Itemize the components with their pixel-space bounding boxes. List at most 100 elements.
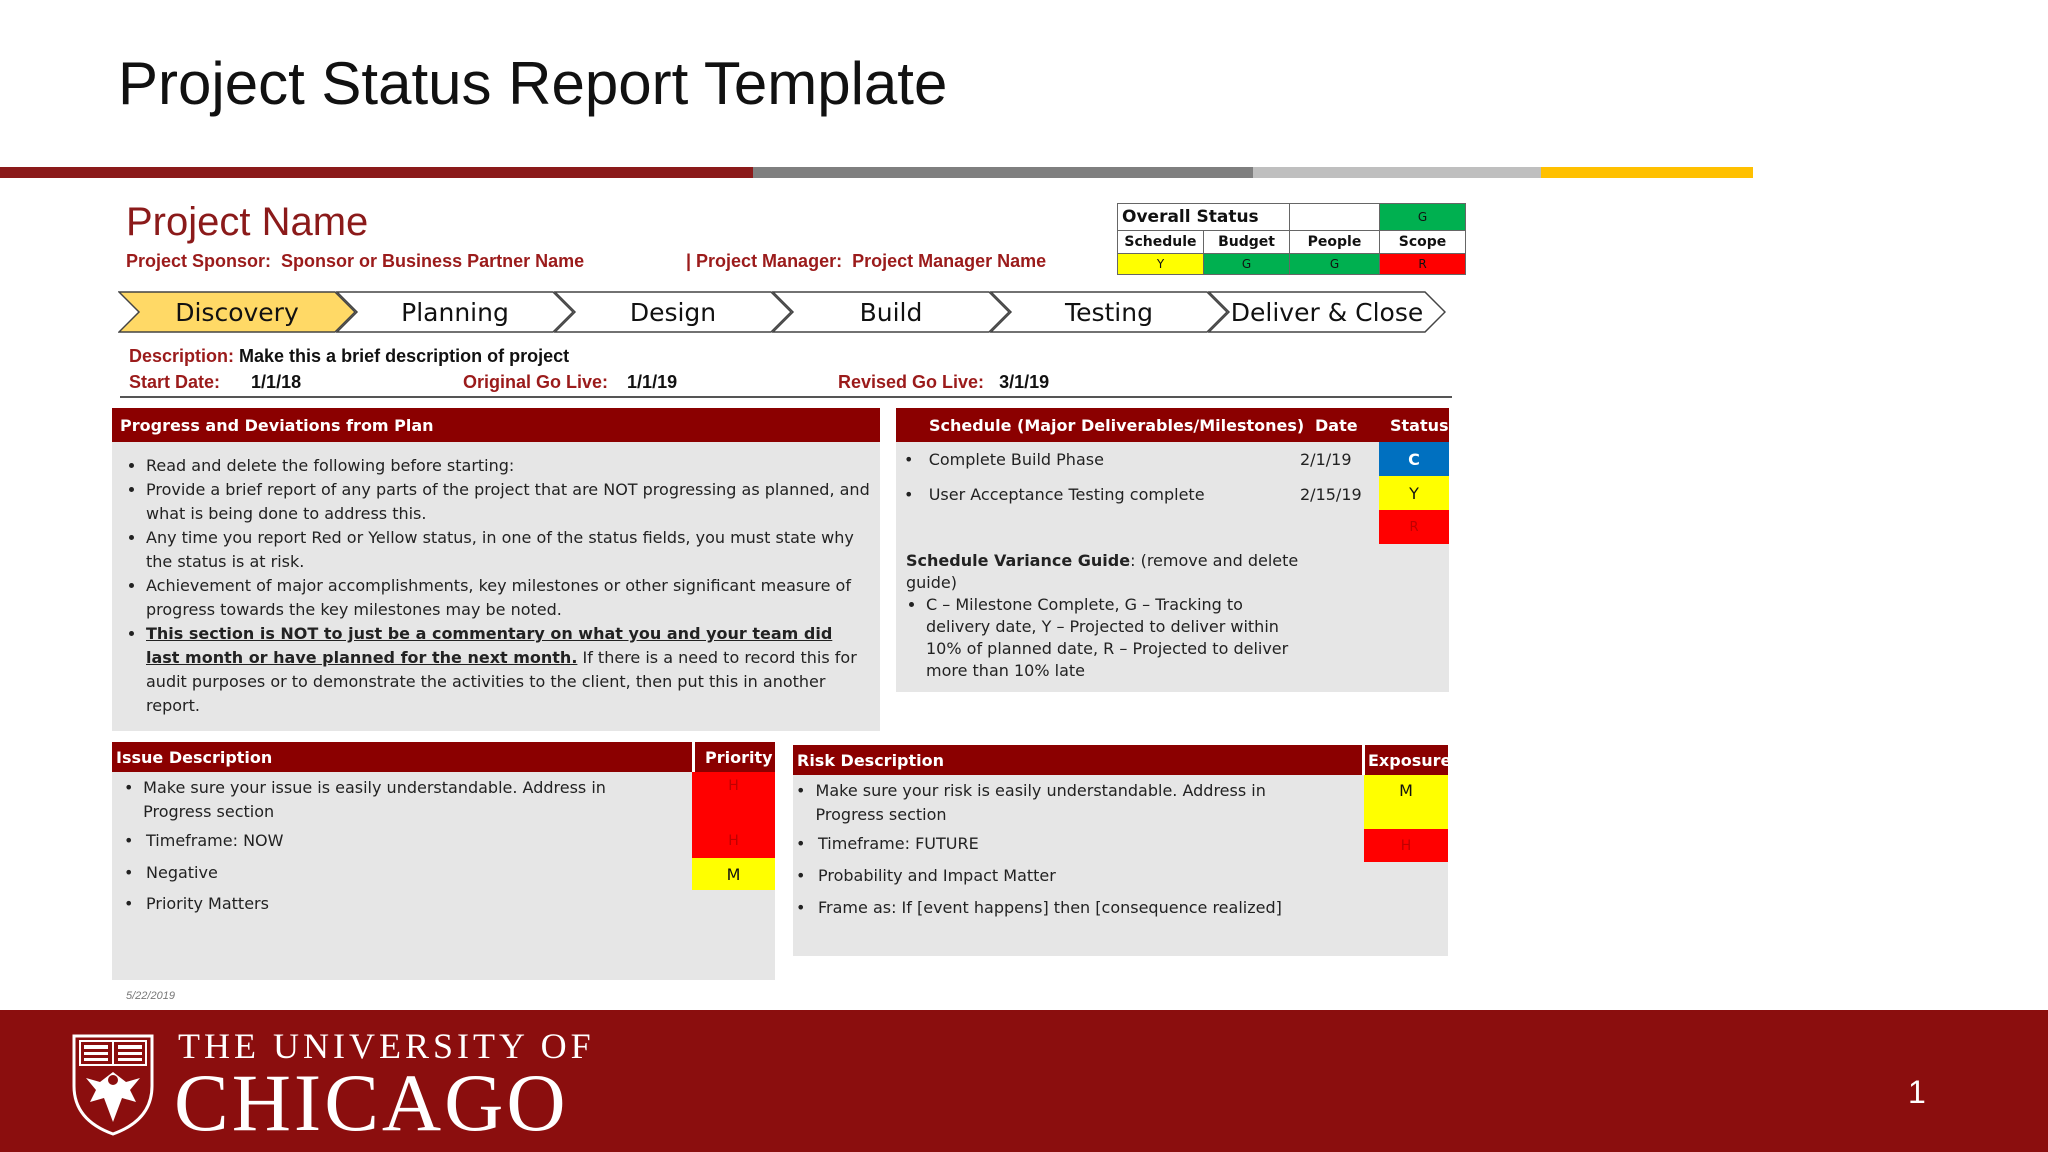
decorative-bar-maroon bbox=[0, 167, 753, 178]
status-label-scope: Scope bbox=[1379, 230, 1466, 254]
schedule-panel: Schedule (Major Deliverables/Milestones)… bbox=[896, 408, 1449, 692]
project-manager: | Project Manager: Project Manager Name bbox=[686, 251, 1046, 272]
risk-exposure-cell: H bbox=[1364, 829, 1448, 862]
schedule-status-cell: R bbox=[1379, 510, 1449, 544]
risk-text: Frame as: If [event happens] then [conse… bbox=[818, 898, 1282, 917]
overall-status-title: Overall Status bbox=[1117, 203, 1290, 231]
description-line: Description: Make this a brief descripti… bbox=[129, 346, 569, 367]
phase-chevron-design: Design bbox=[554, 291, 792, 333]
progress-bullets: Read and delete the following before sta… bbox=[112, 442, 880, 718]
progress-bullet: Provide a brief report of any parts of t… bbox=[146, 478, 870, 526]
divider-rule bbox=[120, 396, 1452, 398]
original-go-live: Original Go Live: 1/1/19 bbox=[463, 372, 677, 393]
phase-label: Testing bbox=[1065, 297, 1153, 327]
schedule-item: • User Acceptance Testing complete bbox=[904, 485, 1205, 504]
overall-status-table: Overall Status G Schedule Budget People … bbox=[1117, 203, 1466, 275]
revised-go-live-label: Revised Go Live: bbox=[838, 372, 985, 392]
manager-label: | Project Manager: bbox=[686, 251, 843, 271]
schedule-status-header: Status bbox=[1390, 415, 1449, 435]
decorative-bar-gold bbox=[1541, 167, 1753, 178]
risk-item: • Timeframe: FUTURE bbox=[796, 832, 979, 856]
risk-exposure-cell: M bbox=[1364, 775, 1448, 829]
progress-bullet: This section is NOT to just be a comment… bbox=[146, 622, 870, 718]
sponsor-value: Sponsor or Business Partner Name bbox=[281, 251, 585, 271]
schedule-header: Schedule (Major Deliverables/Milestones) bbox=[929, 415, 1305, 435]
risks-header: Risk Description bbox=[797, 750, 945, 770]
status-value-people: G bbox=[1289, 253, 1380, 275]
schedule-status-cell: Y bbox=[1379, 476, 1449, 510]
issues-header-row: Issue Description Priority bbox=[112, 742, 775, 772]
project-sponsor: Project Sponsor: Sponsor or Business Par… bbox=[126, 251, 584, 272]
start-date: Start Date: 1/1/18 bbox=[129, 372, 301, 393]
decorative-bar-gray bbox=[753, 167, 1253, 178]
original-go-live-label: Original Go Live: bbox=[463, 372, 609, 392]
phase-chevron-testing: Testing bbox=[990, 291, 1228, 333]
progress-bullet: Achievement of major accomplishments, ke… bbox=[146, 574, 870, 622]
slide-date: 5/22/2019 bbox=[126, 990, 175, 1002]
status-value-budget: G bbox=[1203, 253, 1290, 275]
issues-header: Issue Description bbox=[116, 747, 273, 767]
guide-text: C – Milestone Complete, G – Tracking to … bbox=[926, 594, 1306, 682]
schedule-item-date: 2/15/19 bbox=[1300, 485, 1362, 504]
issues-priority-header: Priority bbox=[705, 747, 773, 767]
schedule-variance-guide: Schedule Variance Guide: (remove and del… bbox=[906, 550, 1306, 682]
description-label: Description: bbox=[129, 346, 235, 366]
description-value: Make this a brief description of project bbox=[239, 346, 570, 366]
issue-text: Make sure your issue is easily understan… bbox=[143, 778, 606, 821]
schedule-date-header: Date bbox=[1315, 415, 1358, 435]
issue-text: Timeframe: NOW bbox=[146, 831, 284, 850]
schedule-item-date: 2/1/19 bbox=[1300, 450, 1352, 469]
risk-item: • Probability and Impact Matter bbox=[796, 864, 1056, 888]
university-name-line2: CHICAGO bbox=[174, 1057, 569, 1148]
phase-label: Deliver & Close bbox=[1230, 297, 1424, 327]
risks-divider bbox=[1362, 745, 1365, 775]
risk-item: • Make sure your risk is easily understan… bbox=[796, 779, 1336, 827]
risk-text: Probability and Impact Matter bbox=[818, 866, 1056, 885]
risk-text: Timeframe: FUTURE bbox=[818, 834, 979, 853]
phase-chevron-planning: Planning bbox=[336, 291, 574, 333]
risk-text: Make sure your risk is easily understand… bbox=[815, 781, 1266, 824]
issue-text: Priority Matters bbox=[146, 894, 269, 913]
schedule-header-row: Schedule (Major Deliverables/Milestones)… bbox=[896, 408, 1449, 442]
phase-chevron-build: Build bbox=[772, 291, 1010, 333]
schedule-item-text: Complete Build Phase bbox=[928, 450, 1104, 469]
sponsor-label: Project Sponsor: bbox=[126, 251, 272, 271]
overall-status-blank bbox=[1289, 203, 1380, 231]
start-date-label: Start Date: bbox=[129, 372, 221, 392]
risks-exposure-header: Exposure bbox=[1368, 750, 1452, 770]
risk-item: • Frame as: If [event happens] then [cons… bbox=[796, 896, 1282, 920]
guide-title: Schedule Variance Guide bbox=[906, 551, 1131, 570]
phase-label: Build bbox=[859, 297, 923, 327]
issue-item: • Timeframe: NOW bbox=[124, 829, 283, 853]
schedule-item-text: User Acceptance Testing complete bbox=[928, 485, 1205, 504]
university-shield-phoenix-icon bbox=[70, 1030, 156, 1143]
status-value-scope: R bbox=[1379, 253, 1466, 275]
risks-panel: Risk Description Exposure • Make sure you… bbox=[793, 745, 1452, 956]
progress-bullet: Any time you report Red or Yellow status… bbox=[146, 526, 870, 574]
issue-priority-cell: M bbox=[692, 858, 775, 890]
phase-label: Planning bbox=[401, 297, 509, 327]
status-label-people: People bbox=[1289, 230, 1380, 254]
risks-header-row: Risk Description Exposure bbox=[793, 745, 1452, 775]
page-number: 1 bbox=[1908, 1074, 1926, 1110]
project-name: Project Name bbox=[126, 200, 369, 244]
issue-priority-cell: H bbox=[692, 824, 775, 858]
issue-item: • Negative bbox=[124, 861, 218, 885]
phase-label: Discovery bbox=[175, 297, 299, 327]
status-label-budget: Budget bbox=[1203, 230, 1290, 254]
schedule-status-cell: C bbox=[1379, 442, 1449, 476]
status-label-schedule: Schedule bbox=[1117, 230, 1204, 254]
manager-value: Project Manager Name bbox=[852, 251, 1047, 271]
phase-chevron-discovery: Discovery bbox=[118, 291, 356, 333]
original-go-live-value: 1/1/19 bbox=[627, 372, 678, 392]
phase-label: Design bbox=[629, 297, 717, 327]
phase-chevron-deliver-close: Deliver & Close bbox=[1208, 291, 1446, 333]
status-value-schedule: Y bbox=[1117, 253, 1204, 275]
progress-panel: Progress and Deviations from Plan Read a… bbox=[112, 408, 880, 731]
overall-status-value: G bbox=[1379, 203, 1466, 231]
progress-bullet: Read and delete the following before sta… bbox=[146, 454, 870, 478]
revised-go-live-value: 3/1/19 bbox=[999, 372, 1050, 392]
issues-divider bbox=[692, 742, 695, 772]
slide-title: Project Status Report Template bbox=[118, 50, 948, 117]
issue-text: Negative bbox=[146, 863, 218, 882]
